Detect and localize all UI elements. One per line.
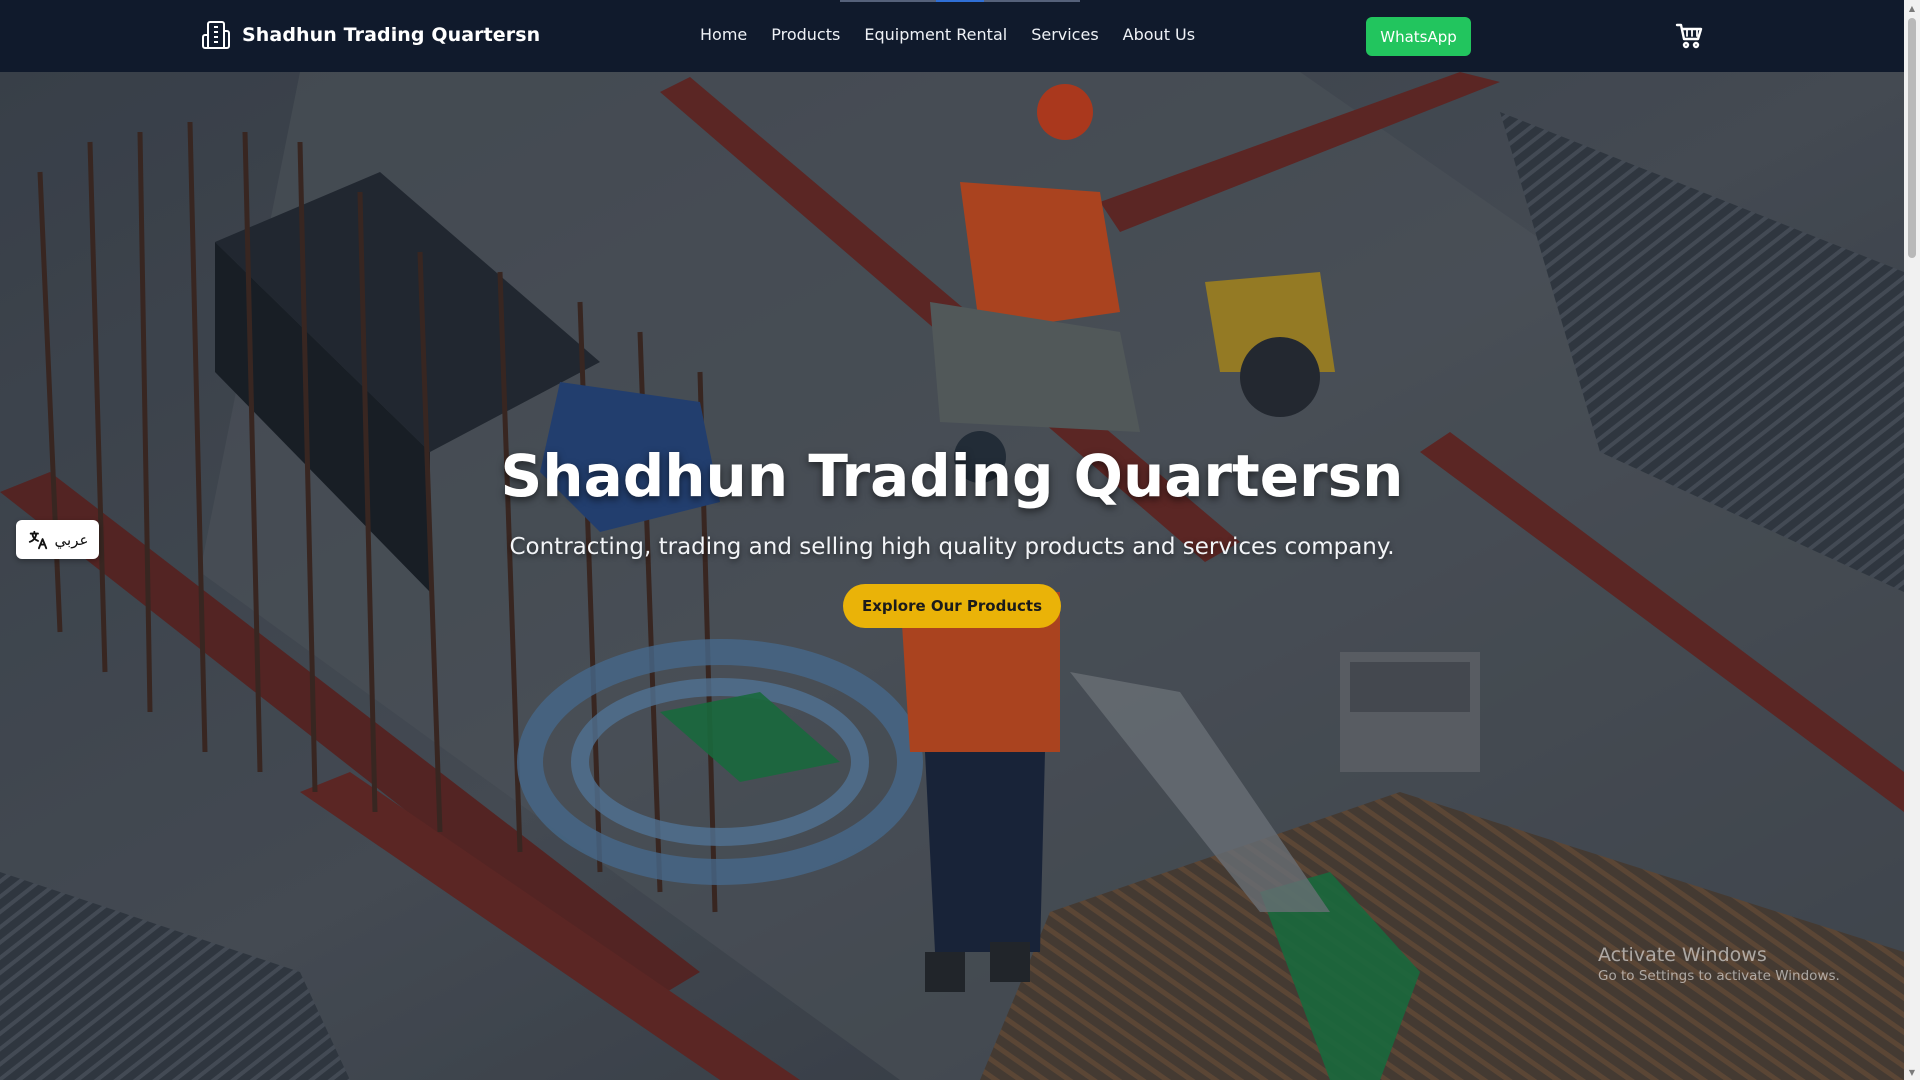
scrollbar-thumb[interactable] — [1908, 18, 1916, 258]
watermark-subtitle: Go to Settings to activate Windows. — [1598, 968, 1840, 984]
watermark-title: Activate Windows — [1598, 944, 1767, 966]
scroll-up-arrow-icon[interactable]: ▲ — [1904, 0, 1920, 16]
nav-link-home[interactable]: Home — [700, 25, 747, 44]
hero-content: Shadhun Trading Quartersn Contracting, t… — [0, 442, 1904, 628]
navbar: Shadhun Trading Quartersn Home Products … — [0, 0, 1904, 72]
hero-section: Shadhun Trading Quartersn Contracting, t… — [0, 72, 1904, 1080]
translate-icon — [28, 530, 47, 549]
brand-name: Shadhun Trading Quartersn — [242, 24, 541, 46]
language-toggle-label: عربي — [54, 530, 89, 549]
nav-link-services[interactable]: Services — [1031, 25, 1098, 44]
hero-title: Shadhun Trading Quartersn — [500, 442, 1404, 510]
activate-windows-watermark: Activate Windows Go to Settings to activ… — [1598, 944, 1840, 984]
nav-link-about-us[interactable]: About Us — [1123, 25, 1195, 44]
whatsapp-button[interactable]: WhatsApp — [1366, 17, 1471, 56]
building-icon — [202, 21, 230, 49]
scroll-down-arrow-icon[interactable]: ▼ — [1904, 1064, 1920, 1080]
main-nav: Home Products Equipment Rental Services … — [700, 25, 1195, 44]
nav-link-equipment-rental[interactable]: Equipment Rental — [864, 25, 1007, 44]
nav-link-products[interactable]: Products — [771, 25, 840, 44]
vertical-scrollbar[interactable]: ▲ ▼ — [1904, 0, 1920, 1080]
nav-progress-active — [936, 0, 984, 2]
hero-subtitle: Contracting, trading and selling high qu… — [509, 534, 1395, 560]
cart-icon[interactable] — [1674, 21, 1704, 51]
brand-link[interactable]: Shadhun Trading Quartersn — [200, 19, 540, 51]
nav-progress-indicator — [840, 0, 1080, 2]
explore-products-button[interactable]: Explore Our Products — [843, 584, 1061, 628]
language-toggle-button[interactable]: عربي — [16, 520, 99, 559]
